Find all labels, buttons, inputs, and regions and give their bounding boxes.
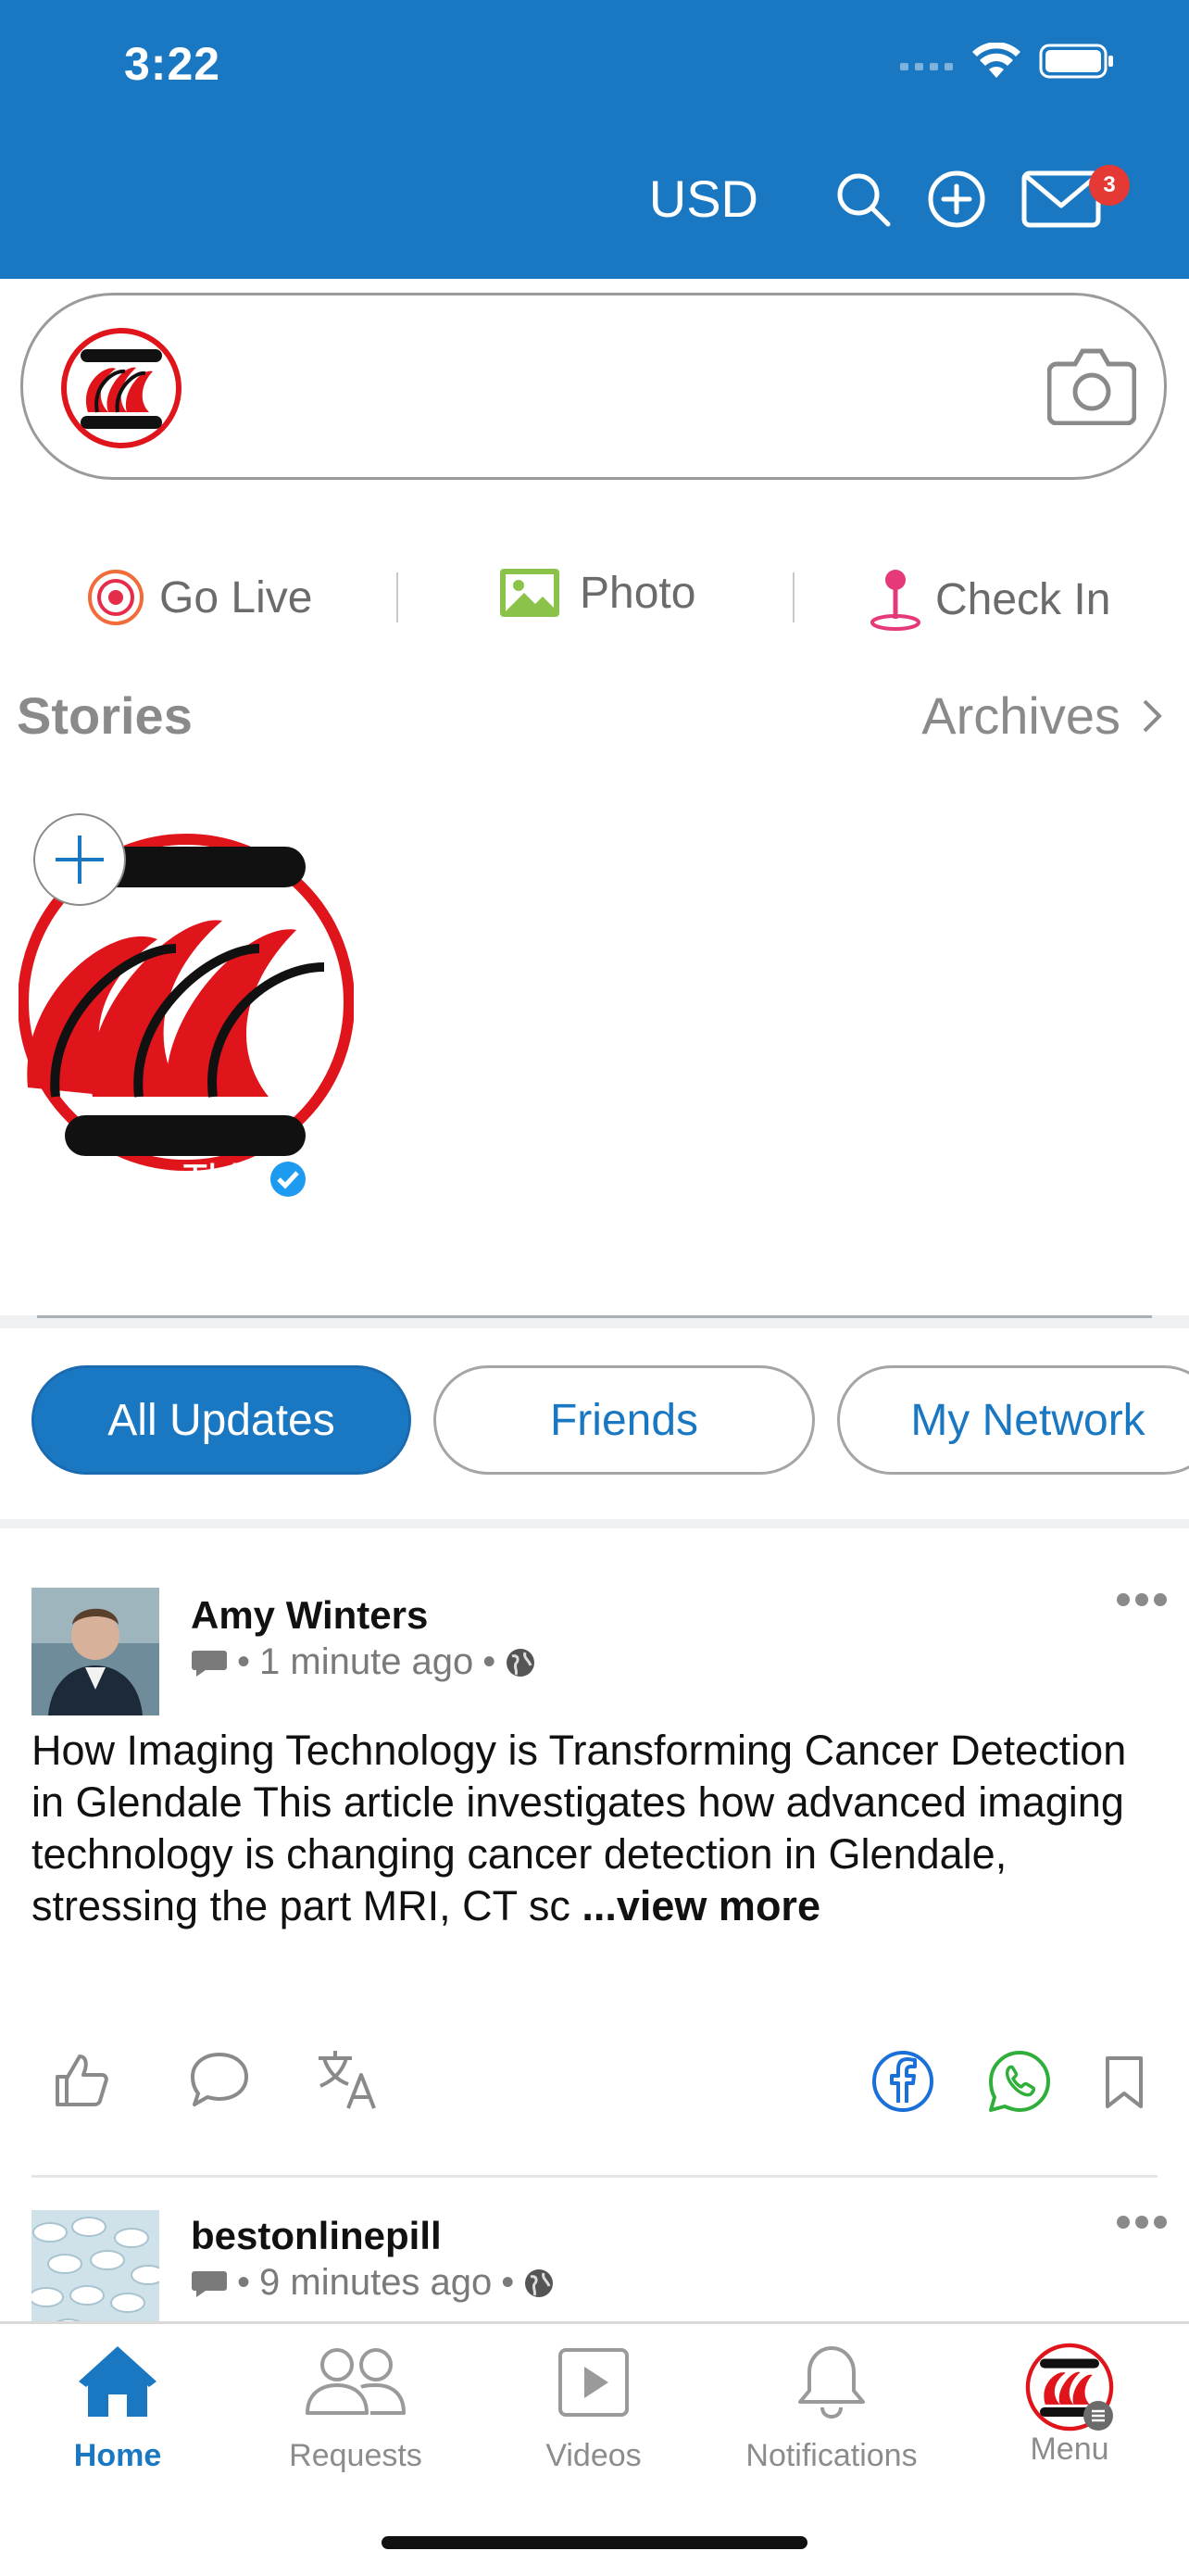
home-indicator	[382, 2536, 807, 2549]
divider	[793, 572, 795, 622]
facebook-share-icon[interactable]	[870, 2049, 935, 2114]
nav-home-label: Home	[73, 2438, 162, 2473]
like-icon[interactable]	[52, 2051, 111, 2110]
archives-link[interactable]: Archives	[921, 685, 1170, 746]
post-actions	[0, 2043, 1189, 2117]
view-more-link[interactable]: ...view more	[582, 1882, 820, 1929]
app-header: 3:22 USD 3	[0, 0, 1189, 279]
post-author-name[interactable]: bestonlinepill	[191, 2214, 442, 2258]
search-icon[interactable]	[834, 170, 892, 228]
post-author-name[interactable]: Amy Winters	[191, 1593, 428, 1638]
post-meta: • 1 minute ago •	[191, 1641, 536, 1683]
currency-button[interactable]: USD	[649, 169, 758, 229]
comment-bubble-icon	[192, 2270, 227, 2297]
globe-icon	[507, 1648, 535, 1677]
chevron-right-icon	[1143, 699, 1162, 732]
cellular-signal-icon	[900, 63, 953, 70]
story-card[interactable]	[19, 810, 354, 1213]
post-body: How Imaging Technology is Transforming C…	[31, 1725, 1161, 1932]
menu-lines-icon	[1083, 2401, 1113, 2431]
bell-icon	[798, 2346, 865, 2419]
globe-icon	[525, 2268, 554, 2297]
author-photo	[31, 1588, 159, 1715]
brand-logo-icon	[61, 328, 181, 448]
stories-heading: Stories	[17, 686, 193, 745]
go-live-action[interactable]: Go Live	[85, 567, 312, 628]
post-options-icon[interactable]	[1117, 1593, 1167, 1606]
nav-videos-label: Videos	[545, 2438, 642, 2473]
nav-videos[interactable]: Videos	[492, 2343, 695, 2474]
post-author-avatar[interactable]	[31, 1588, 159, 1715]
story-author: UniqueThis	[54, 1156, 308, 1202]
nav-home[interactable]: Home	[16, 2343, 219, 2474]
photo-action[interactable]: Photo	[498, 567, 695, 619]
verified-badge-icon	[269, 1162, 306, 1197]
people-icon	[306, 2348, 406, 2415]
plus-icon	[56, 836, 104, 884]
menu-avatar	[1025, 2343, 1114, 2431]
nav-notifications[interactable]: Notifications	[730, 2343, 933, 2474]
meta-separator: •	[501, 2262, 515, 2303]
comment-bubble-icon	[192, 1650, 227, 1677]
story-author-name: UniqueThis	[54, 1156, 260, 1201]
translate-icon[interactable]	[315, 2049, 380, 2110]
status-icons	[900, 43, 1115, 80]
live-broadcast-icon	[88, 570, 144, 625]
comment-icon[interactable]	[189, 2051, 250, 2108]
video-play-icon	[558, 2348, 629, 2417]
meta-separator: •	[482, 1641, 496, 1682]
add-circle-icon[interactable]	[927, 170, 986, 229]
wifi-icon	[972, 43, 1020, 78]
divider	[396, 572, 398, 622]
status-time: 3:22	[124, 38, 221, 90]
meta-separator: •	[237, 2262, 251, 2303]
post-meta: • 9 minutes ago •	[191, 2262, 555, 2304]
archives-label: Archives	[921, 686, 1120, 745]
post-body-text: How Imaging Technology is Transforming C…	[31, 1727, 1127, 1929]
battery-icon	[1039, 44, 1113, 79]
go-live-label: Go Live	[159, 572, 313, 622]
photo-label: Photo	[580, 568, 696, 618]
meta-separator: •	[237, 1641, 251, 1682]
post-time: 9 minutes ago	[259, 2262, 493, 2303]
post-time: 1 minute ago	[259, 1641, 474, 1682]
check-in-label: Check In	[935, 574, 1111, 624]
tab-friends[interactable]: Friends	[433, 1365, 815, 1475]
tab-my-network[interactable]: My Network	[837, 1365, 1189, 1475]
map-pin-icon	[870, 570, 920, 631]
check-in-action[interactable]: Check In	[869, 567, 1110, 632]
home-icon	[79, 2346, 156, 2417]
whatsapp-share-icon[interactable]	[987, 2049, 1052, 2114]
nav-menu-label: Menu	[1030, 2431, 1109, 2467]
nav-menu[interactable]: Menu	[968, 2343, 1171, 2468]
nav-notifications-label: Notifications	[745, 2438, 918, 2473]
user-avatar[interactable]	[60, 327, 182, 449]
section-separator	[0, 1315, 1189, 1328]
camera-icon[interactable]	[1047, 346, 1136, 425]
nav-requests[interactable]: Requests	[254, 2343, 457, 2474]
bookmark-icon[interactable]	[1104, 2055, 1145, 2110]
post-author-avatar[interactable]	[31, 2210, 159, 2338]
section-separator	[0, 1519, 1189, 1528]
add-story-button[interactable]	[33, 813, 126, 906]
post-options-icon[interactable]	[1117, 2216, 1167, 2229]
header-actions: USD	[649, 169, 1101, 229]
tab-all-updates[interactable]: All Updates	[31, 1365, 411, 1475]
nav-requests-label: Requests	[289, 2438, 422, 2473]
messages-badge: 3	[1089, 165, 1130, 206]
post-divider	[31, 2175, 1158, 2178]
author-photo	[31, 2210, 159, 2338]
photo-icon	[500, 569, 559, 617]
post-composer[interactable]	[20, 293, 1167, 480]
